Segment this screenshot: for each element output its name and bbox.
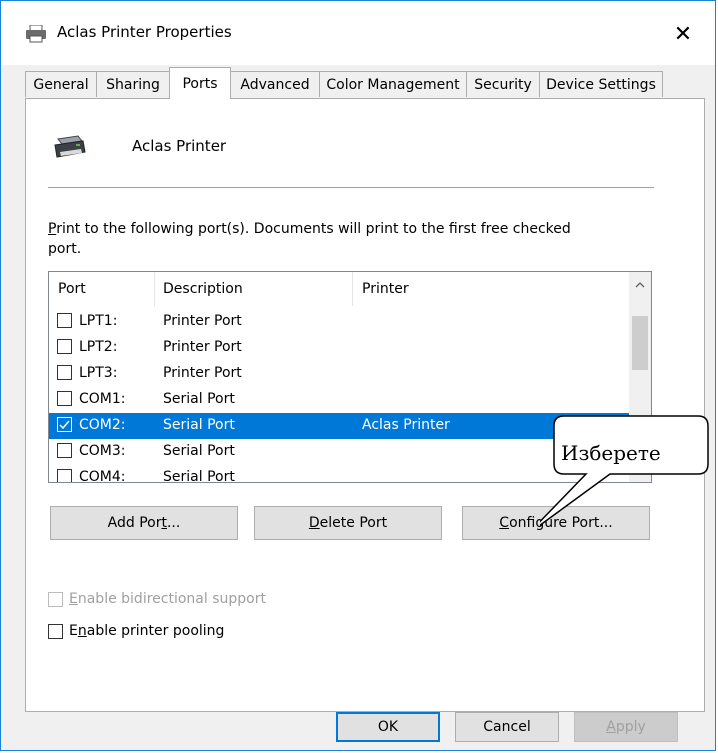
port-checkbox[interactable] [57,365,72,380]
port-name: LPT1: [79,313,118,329]
port-checkbox[interactable] [57,417,72,432]
port-description: Serial Port [163,469,235,483]
bidirectional-support-checkbox[interactable]: Enable bidirectional support [48,589,266,609]
cancel-button[interactable]: Cancel [455,712,559,742]
port-name: COM4: [79,469,126,483]
option-label: nable bidirectional support [77,591,266,607]
tab-color-management[interactable]: Color Management [319,71,467,97]
port-description: Printer Port [163,339,242,355]
apply-button[interactable]: Apply [574,712,678,742]
tab-ports[interactable]: Ports [169,67,231,99]
port-description: Serial Port [163,391,235,407]
callout-bubble [540,415,709,527]
title-bar: Aclas Printer Properties ✕ [1,1,715,65]
printer-pooling-checkbox[interactable]: En able printer pooling [48,621,224,641]
printer-name: Aclas Printer [132,137,227,155]
printer-icon [25,24,47,43]
close-icon: ✕ [673,21,693,47]
port-description: Printer Port [163,313,242,329]
divider [48,187,654,188]
chevron-up-icon [635,282,645,288]
button-label: Add Por [107,515,162,531]
button-label: ... [166,515,181,531]
port-checkbox[interactable] [57,443,72,458]
button-hotkey: D [308,515,320,531]
checkbox-box[interactable] [48,591,63,607]
port-row-lpt3[interactable]: LPT3: Printer Port [49,361,629,387]
button-label: pply [615,719,646,735]
column-separator[interactable] [154,272,155,306]
tab-general[interactable]: General [25,71,97,97]
column-header-printer[interactable]: Printer [362,272,622,306]
port-row-lpt1[interactable]: LPT1: Printer Port [49,309,629,335]
button-hotkey: C [499,515,510,531]
checkbox-box[interactable] [48,623,63,639]
tab-security[interactable]: Security [466,71,540,97]
scroll-up-button[interactable] [629,272,651,298]
printer-properties-window: Aclas Printer Properties ✕ General Shari… [0,0,716,751]
column-header-description[interactable]: Description [163,272,353,306]
checkmark-icon [59,420,70,430]
option-label: able printer pooling [86,623,225,639]
port-checkbox[interactable] [57,313,72,328]
close-button[interactable]: ✕ [663,17,703,51]
port-row-com1[interactable]: COM1: Serial Port [49,387,629,413]
port-description: Serial Port [163,443,235,459]
instructions-hotkey: P [48,221,57,237]
instructions-text: rint to the following port(s). Documents… [48,221,571,257]
column-separator[interactable] [352,272,353,306]
callout-text: Изберете [561,441,661,465]
tab-sharing[interactable]: Sharing [96,71,170,97]
port-row-lpt2[interactable]: LPT2: Printer Port [49,335,629,361]
column-header-port[interactable]: Port [58,272,154,306]
option-hotkey: E [69,591,78,607]
add-port-button[interactable]: Add Por t... [50,506,238,540]
tab-device-settings[interactable]: Device Settings [539,71,663,97]
port-checkbox[interactable] [57,469,72,482]
port-checkbox[interactable] [57,339,72,354]
window-title: Aclas Printer Properties [57,23,232,41]
tab-advanced[interactable]: Advanced [230,71,320,97]
port-checkbox[interactable] [57,391,72,406]
port-name: COM2: [79,417,126,433]
button-label: elete Port [319,515,388,531]
printer-icon [52,135,88,161]
port-name: LPT3: [79,365,118,381]
port-description: Printer Port [163,365,242,381]
scroll-thumb[interactable] [632,316,648,370]
port-name: COM3: [79,443,126,459]
tab-strip: General Sharing Ports Advanced Color Man… [25,67,705,99]
option-label: E [69,623,78,639]
ports-tab-panel: Aclas Printer Print to the following por… [25,98,705,712]
port-description: Serial Port [163,417,235,433]
port-name: LPT2: [79,339,118,355]
option-hotkey: n [77,623,87,639]
ports-instructions: Print to the following port(s). Document… [48,219,608,259]
port-printer: Aclas Printer [362,417,450,433]
port-name: COM1: [79,391,126,407]
delete-port-button[interactable]: Delete Port [254,506,442,540]
ok-button[interactable]: OK [336,712,440,742]
button-hotkey: A [606,719,616,735]
